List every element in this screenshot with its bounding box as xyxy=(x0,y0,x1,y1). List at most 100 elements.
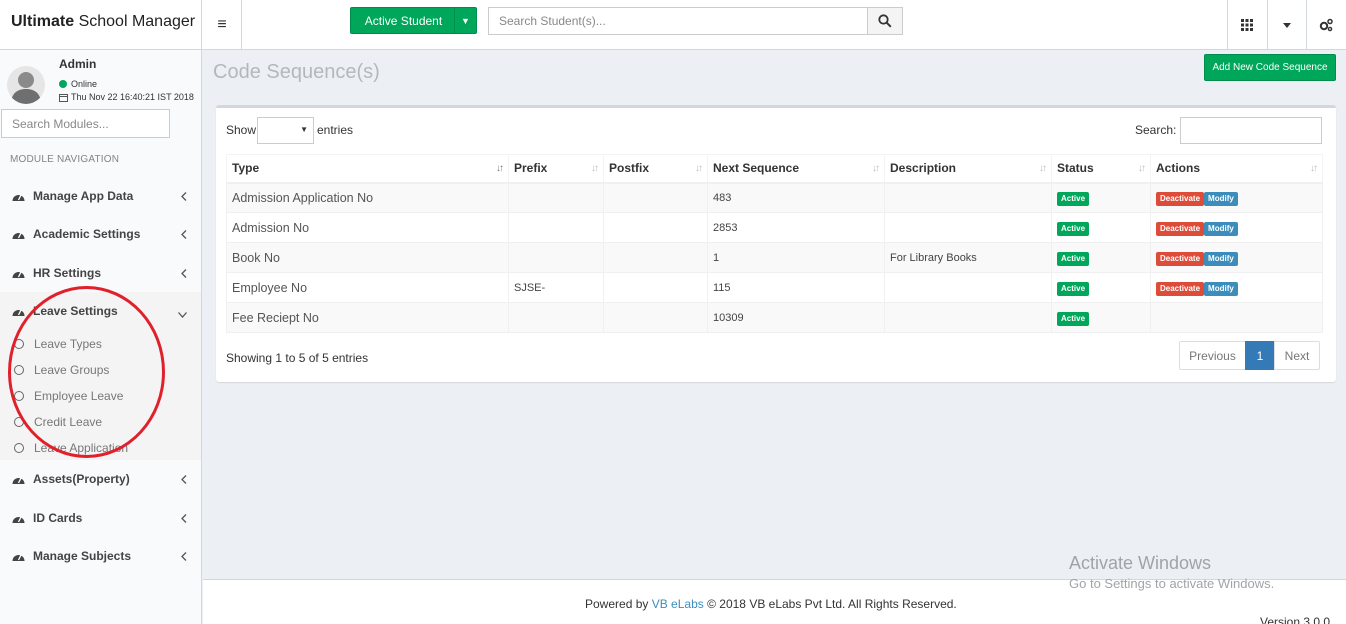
column-header-actions[interactable]: Actions ↓↑ xyxy=(1150,154,1323,184)
online-dot-icon xyxy=(59,80,67,88)
cell-type: Employee No xyxy=(226,272,509,303)
version-text: Version 3.0.0 xyxy=(1260,615,1331,624)
sidebar-item-manage-app-data[interactable]: Manage App Data xyxy=(0,177,201,215)
dashboard-icon xyxy=(12,229,26,240)
submenu-item-label: Leave Types xyxy=(34,337,102,351)
apps-grid-button[interactable] xyxy=(1227,0,1266,50)
active-student-label: Active Student xyxy=(364,13,443,28)
active-student-dropdown[interactable]: Active Student ▼ xyxy=(350,7,477,34)
deactivate-button[interactable]: Deactivate xyxy=(1156,281,1205,296)
entries-length-select[interactable]: ▼ xyxy=(257,117,314,144)
student-search-input[interactable] xyxy=(488,7,868,35)
deactivate-button[interactable]: Deactivate xyxy=(1156,251,1205,266)
cell-type: Admission No xyxy=(226,212,509,243)
chevron-left-icon xyxy=(181,512,187,526)
watermark-line-2: Go to Settings to activate Windows. xyxy=(1069,576,1275,591)
table-row: Admission No 2853 Active Deactivate Modif… xyxy=(226,212,1323,243)
user-avatar-icon xyxy=(11,72,41,104)
deactivate-button[interactable]: Deactivate xyxy=(1156,221,1205,236)
circle-icon xyxy=(14,339,24,349)
column-header-type[interactable]: Type ↓↑ xyxy=(226,154,509,184)
sort-icon: ↓↑ xyxy=(1039,163,1047,174)
sidebar-item-label: HR Settings xyxy=(33,266,102,280)
dashboard-icon xyxy=(12,551,26,562)
chevron-down-icon xyxy=(178,307,187,321)
vb-elabs-link[interactable]: VB eLabs xyxy=(652,597,704,611)
sidebar-item-label: Manage Subjects xyxy=(33,549,132,563)
top-header: Ultimate School Manager ≡ Active Student… xyxy=(0,0,1346,50)
search-icon xyxy=(878,14,892,28)
submenu-item-credit-leave[interactable]: Credit Leave xyxy=(14,413,102,431)
sidebar-toggle-button[interactable]: ≡ xyxy=(203,0,242,50)
chevron-left-icon xyxy=(181,228,187,242)
student-search-button[interactable] xyxy=(867,7,903,35)
copyright-text: © 2018 VB eLabs Pvt Ltd. All Rights Rese… xyxy=(707,597,957,611)
user-menu-dropdown[interactable] xyxy=(1267,0,1306,50)
caret-down-icon xyxy=(1283,22,1291,28)
cell-prefix xyxy=(508,182,604,213)
pagination-page-1[interactable]: 1 xyxy=(1245,341,1275,370)
dashboard-icon xyxy=(12,268,26,279)
submenu-item-leave-types[interactable]: Leave Types xyxy=(14,335,102,353)
footer-copyright: Powered by VB eLabs © 2018 VB eLabs Pvt … xyxy=(585,597,957,611)
modify-button[interactable]: Modify xyxy=(1204,221,1238,236)
column-header-description[interactable]: Description ↓↑ xyxy=(884,154,1052,184)
add-code-sequence-button[interactable]: Add New Code Sequence xyxy=(1204,54,1336,81)
cell-postfix xyxy=(603,272,708,303)
column-header-status[interactable]: Status ↓↑ xyxy=(1051,154,1151,184)
submenu-item-leave-groups[interactable]: Leave Groups xyxy=(14,361,109,379)
circle-icon xyxy=(14,365,24,375)
module-search-input[interactable] xyxy=(1,109,170,138)
sidebar-item-leave-settings[interactable]: Leave Settings xyxy=(0,292,201,330)
sidebar-item-assets[interactable]: Assets(Property) xyxy=(0,460,201,498)
submenu-item-leave-application[interactable]: Leave Application xyxy=(14,439,128,457)
pagination-previous[interactable]: Previous xyxy=(1179,341,1246,370)
sort-icon: ↓↑ xyxy=(1310,163,1318,174)
footer: Activate Windows Go to Settings to activ… xyxy=(203,553,1346,624)
deactivate-button[interactable]: Deactivate xyxy=(1156,191,1205,206)
pagination-next[interactable]: Next xyxy=(1274,341,1320,370)
cell-type: Admission Application No xyxy=(226,182,509,213)
modify-button[interactable]: Modify xyxy=(1204,191,1238,206)
cell-prefix xyxy=(508,212,604,243)
submenu-item-label: Credit Leave xyxy=(34,415,103,429)
show-label: Show xyxy=(226,123,257,137)
cell-description: For Library Books xyxy=(884,242,1052,273)
cell-status: Active xyxy=(1051,212,1151,243)
cell-next-sequence: 1 xyxy=(707,242,885,273)
cell-description xyxy=(884,302,1052,333)
sidebar-item-label: Academic Settings xyxy=(33,227,141,241)
app-logo[interactable]: Ultimate School Manager xyxy=(0,0,202,50)
sidebar-item-hr-settings[interactable]: HR Settings xyxy=(0,254,201,292)
caret-down-icon[interactable]: ▼ xyxy=(454,8,476,33)
avatar xyxy=(7,66,45,104)
column-header-prefix[interactable]: Prefix ↓↑ xyxy=(508,154,604,184)
submenu-item-employee-leave[interactable]: Employee Leave xyxy=(14,387,123,405)
cell-actions xyxy=(1150,302,1323,333)
column-header-next-sequence[interactable]: Next Sequence ↓↑ xyxy=(707,154,885,184)
status-badge: Active xyxy=(1057,191,1090,206)
settings-button[interactable] xyxy=(1306,0,1345,50)
table-search-input[interactable] xyxy=(1180,117,1322,144)
sidebar-item-academic-settings[interactable]: Academic Settings xyxy=(0,215,201,253)
grid-icon xyxy=(1241,19,1253,31)
sidebar-item-id-cards[interactable]: ID Cards xyxy=(0,499,201,537)
sidebar: Admin Online Thu Nov 22 16:40:21 IST 201… xyxy=(0,50,202,624)
column-header-postfix[interactable]: Postfix ↓↑ xyxy=(603,154,708,184)
sort-icon: ↓↑ xyxy=(591,163,599,174)
modify-button[interactable]: Modify xyxy=(1204,281,1238,296)
sidebar-item-manage-subjects[interactable]: Manage Subjects xyxy=(0,537,201,575)
table-row: Admission Application No 483 Active Deac… xyxy=(226,182,1323,213)
status-badge: Active xyxy=(1057,281,1090,296)
sidebar-item-label: Manage App Data xyxy=(33,189,134,203)
calendar-icon xyxy=(59,93,68,102)
cell-actions: Deactivate Modify xyxy=(1150,182,1323,213)
circle-icon xyxy=(14,443,24,453)
modify-button[interactable]: Modify xyxy=(1204,251,1238,266)
submenu-item-label: Leave Groups xyxy=(34,363,110,377)
caret-down-icon: ▼ xyxy=(300,125,308,134)
table-row: Book No 1 For Library Books Active Deact… xyxy=(226,242,1323,273)
code-sequence-box: Show ▼ entries Search: Type ↓↑ Prefix ↓↑ P… xyxy=(216,105,1336,382)
cell-actions: Deactivate Modify xyxy=(1150,272,1323,303)
chevron-left-icon xyxy=(181,473,187,487)
